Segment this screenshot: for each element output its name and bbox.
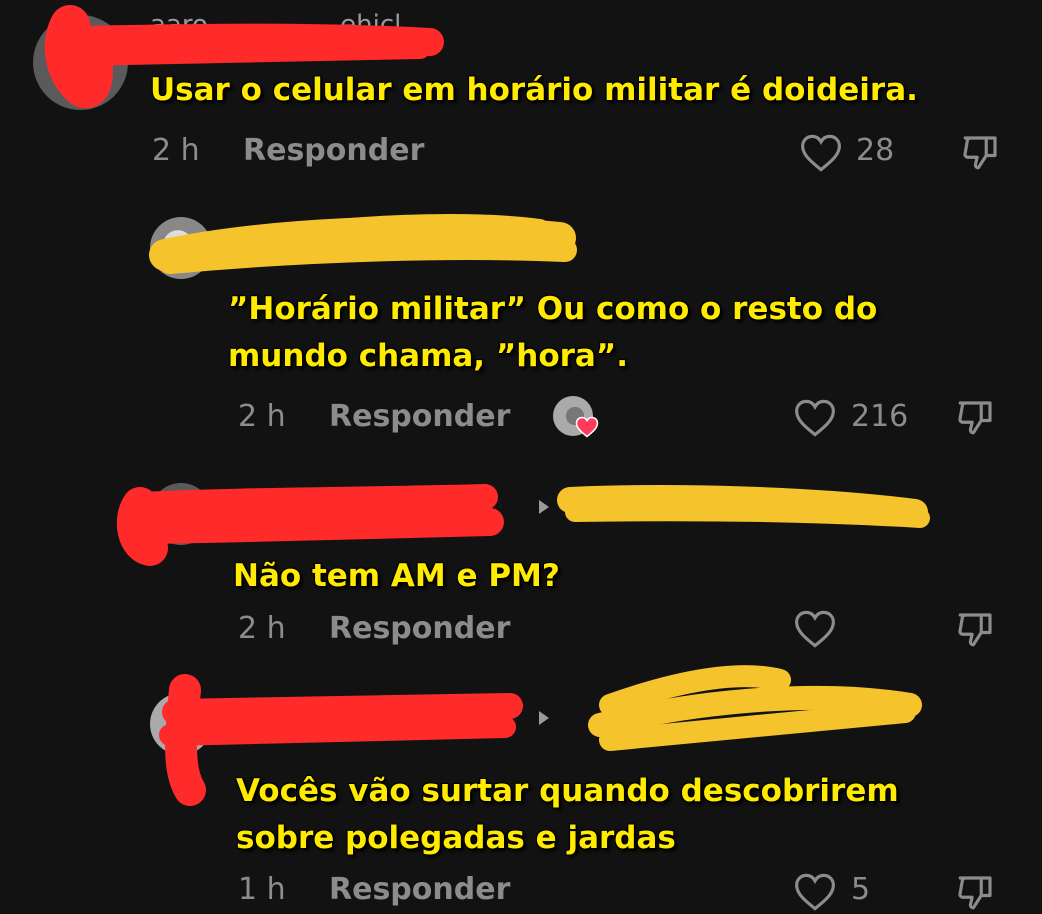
comment-time: 2 h [238,611,286,646]
heart-outline-icon[interactable] [794,398,836,438]
username-redacted[interactable]: aaro ehicl [150,10,401,40]
reply-button[interactable]: Responder [329,611,510,646]
like-count: 216 [851,399,909,434]
avatar[interactable] [150,693,212,755]
heart-outline-icon[interactable] [794,872,836,912]
reply-button[interactable]: Responder [329,399,510,434]
comment-time: 2 h [238,399,286,434]
avatar[interactable] [150,217,212,279]
creator-liked-icon [553,396,599,442]
comment-text: Vocês vão surtar quando descobrirem sobr… [236,773,899,856]
reply-arrow-icon [539,711,549,725]
comment-text: ”Horário militar” Ou como o resto do mun… [228,291,878,374]
dislike-icon[interactable] [955,395,997,439]
dislike-icon[interactable] [955,870,997,914]
comment-time: 1 h [238,872,286,907]
reply-arrow-icon [539,500,549,514]
avatar[interactable] [33,15,128,110]
like-count: 5 [851,872,871,907]
dislike-icon[interactable] [955,607,997,651]
heart-outline-icon[interactable] [800,133,842,173]
username-redacted[interactable] [230,222,238,252]
reply-button[interactable]: Responder [329,872,510,907]
avatar[interactable] [150,483,212,545]
comment-text: Usar o celular em horário militar é doid… [150,72,918,108]
comment-time: 2 h [152,133,200,168]
dislike-icon[interactable] [960,130,1002,174]
username-redacted[interactable]: a s [232,490,443,520]
reply-button[interactable]: Responder [243,133,424,168]
like-count: 28 [856,133,895,168]
heart-outline-icon[interactable] [794,609,836,649]
username-redacted[interactable]: a [238,700,262,730]
comment-text: Não tem AM e PM? [233,558,560,594]
